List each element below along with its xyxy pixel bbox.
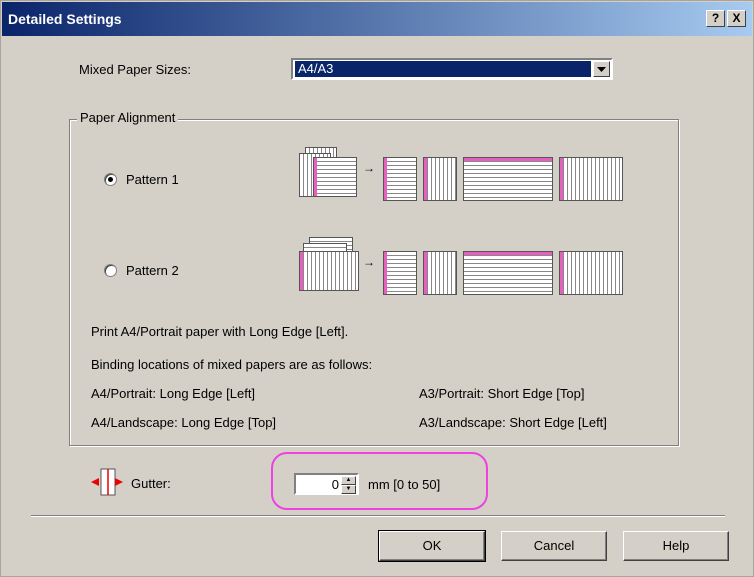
- close-button[interactable]: X: [727, 10, 746, 27]
- a4-landscape-binding: A4/Landscape: Long Edge [Top]: [91, 415, 277, 430]
- paper-alignment-legend: Paper Alignment: [77, 110, 179, 125]
- arrow-icon: →: [363, 161, 375, 175]
- pattern-1-radio[interactable]: [104, 173, 117, 186]
- pattern-2-illustration: →: [299, 237, 629, 299]
- cancel-button[interactable]: Cancel: [501, 531, 607, 561]
- pattern-2-label: Pattern 2: [126, 263, 179, 278]
- gutter-label: Gutter:: [131, 476, 171, 491]
- help-button[interactable]: Help: [623, 531, 729, 561]
- mixed-paper-sizes-value: A4/A3: [295, 61, 591, 77]
- gutter-spinner[interactable]: 0 ▲ ▼: [294, 473, 359, 495]
- gutter-value[interactable]: 0: [332, 477, 339, 492]
- pattern-1-illustration: →: [299, 147, 629, 209]
- spin-up-icon[interactable]: ▲: [341, 476, 356, 485]
- gutter-icon: [89, 467, 125, 497]
- dialog-title: Detailed Settings: [8, 11, 122, 27]
- help-question-button[interactable]: ?: [706, 10, 725, 27]
- a4-portrait-binding: A4/Portrait: Long Edge [Left]: [91, 386, 256, 401]
- detailed-settings-dialog: Detailed Settings ? X Mixed Paper Sizes:…: [0, 0, 754, 577]
- mixed-paper-sizes-dropdown[interactable]: A4/A3: [291, 58, 613, 80]
- arrow-icon: →: [363, 255, 375, 269]
- pattern-1-label: Pattern 1: [126, 172, 179, 187]
- info-line-1: Print A4/Portrait paper with Long Edge […: [91, 324, 349, 339]
- title-bar: Detailed Settings ? X: [2, 2, 752, 36]
- spin-down-icon[interactable]: ▼: [341, 485, 356, 494]
- a3-portrait-binding: A3/Portrait: Short Edge [Top]: [419, 386, 585, 401]
- mixed-paper-sizes-label: Mixed Paper Sizes:: [79, 62, 191, 77]
- info-line-2: Binding locations of mixed papers are as…: [91, 357, 373, 372]
- pattern-2-radio[interactable]: [104, 264, 117, 277]
- a3-landscape-binding: A3/Landscape: Short Edge [Left]: [419, 415, 607, 430]
- separator: [31, 515, 725, 517]
- ok-button[interactable]: OK: [378, 530, 486, 562]
- chevron-down-icon[interactable]: [593, 61, 610, 77]
- gutter-range: mm [0 to 50]: [368, 477, 441, 492]
